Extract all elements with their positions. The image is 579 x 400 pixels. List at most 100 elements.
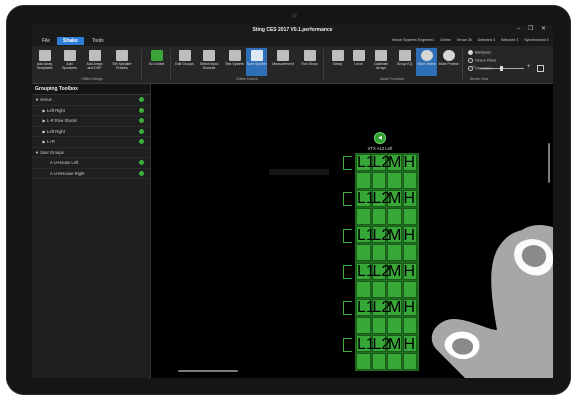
cabinet-band-cell[interactable] [387, 244, 402, 262]
cabinet-band-cell[interactable] [356, 317, 371, 335]
ghost-element [269, 169, 329, 175]
cabinet-band-cell[interactable] [356, 171, 371, 189]
speaker-cabinet[interactable] [356, 353, 418, 371]
select-input-sources-button[interactable]: Select Input Sources [197, 48, 221, 76]
cabinet-band-cell[interactable] [356, 280, 371, 298]
cabinet-band-cell[interactable] [387, 353, 402, 371]
tree-label: L+R [47, 139, 55, 144]
zoom-in-icon[interactable]: + [527, 64, 531, 70]
cabinet-band-cell[interactable] [356, 208, 371, 226]
touch-hand-overlay [431, 225, 553, 378]
zoom-out-icon[interactable]: − [472, 64, 476, 70]
ribbon-divider [462, 49, 463, 80]
speaker-cabinet[interactable] [356, 244, 418, 262]
status-bar: Venue Systems Engineer1 Online Venue 36 … [387, 38, 549, 42]
band-label: H [403, 190, 416, 208]
measurement-icon [277, 50, 289, 61]
cabinet-band-cell[interactable] [402, 353, 417, 371]
horizontal-scrollbar[interactable] [178, 370, 238, 372]
delay-button[interactable]: Delay [327, 48, 348, 76]
cabinet-band-cell[interactable] [356, 244, 371, 262]
cabinet-band-cell[interactable] [371, 208, 386, 226]
set-speaker-presets-button[interactable]: Set Speaker Presets [109, 48, 135, 76]
run-show-button[interactable]: Run Show [299, 48, 320, 76]
calibrate-icon [375, 50, 387, 61]
menu-bar: File Shake Tools Venue Systems Engineer1… [32, 36, 553, 46]
button-label: Select Input Sources [199, 62, 219, 70]
go-online-button[interactable]: Go Online [146, 48, 167, 76]
cabinet-band-cell[interactable] [371, 317, 386, 335]
cabinet-band-cell[interactable] [402, 317, 417, 335]
tree-row[interactable]: A U-House Left [32, 158, 150, 169]
menu-tools[interactable]: Tools [86, 37, 110, 45]
groups-icon [178, 50, 191, 61]
tree-label: L-R Row Stacks [47, 118, 78, 123]
window-controls[interactable]: – ❐ ✕ [517, 25, 549, 32]
group-label-device: Device View [469, 77, 489, 81]
measurement-button[interactable]: Measurement [269, 48, 297, 76]
speaker-cabinet[interactable] [356, 280, 418, 298]
cabinet-band-cell[interactable] [402, 244, 417, 262]
view-option-bandpass[interactable]: Bandpass [468, 50, 491, 55]
speaker-array[interactable]: L1 L2 M H L1 L2 M H L1 L2 M H L1 L2 M H L1 L2 M H L1 L2 M H [355, 153, 419, 371]
edit-groups-button[interactable]: Edit Groups [174, 48, 195, 76]
tree-row-venue[interactable]: ▼Venue [32, 95, 150, 106]
menu-file[interactable]: File [36, 37, 56, 45]
tree-row[interactable]: ▶Left Right [32, 127, 150, 137]
cabinet-band-cell[interactable] [371, 353, 386, 371]
band-label: M [388, 335, 402, 353]
button-label: Mute Matrix [417, 62, 436, 66]
calibrate-arrays-button[interactable]: Calibrate Arrays [369, 48, 393, 76]
cabinet-band-cell[interactable] [402, 208, 417, 226]
vertical-scrollbar[interactable] [548, 143, 550, 183]
mute-protect-button[interactable]: Mute Protect [438, 48, 459, 76]
speaker-group-icon[interactable]: ◀ [374, 132, 386, 144]
cabinet-band-cell[interactable] [387, 171, 402, 189]
group-label-mode: Mode Functions [379, 77, 405, 81]
zoom-slider[interactable]: − + [472, 64, 544, 72]
tree-row-user-groups[interactable]: ▼User Groups [32, 148, 150, 158]
tree-row[interactable]: ▶Left Right [32, 106, 150, 116]
tree-row[interactable]: A U-inHouse Right [32, 169, 150, 179]
band-label: H [403, 226, 416, 244]
speaker-cabinet[interactable] [356, 171, 418, 189]
zoom-fit-icon[interactable] [537, 65, 544, 72]
mute-protect-icon [442, 50, 455, 61]
level-button[interactable]: Level [348, 48, 369, 76]
cabinet-band-cell[interactable] [387, 280, 402, 298]
band-label: M [388, 154, 402, 171]
cabinet-band-cell[interactable] [371, 244, 386, 262]
add-amps-button[interactable]: Add Amps and DSP [84, 48, 105, 76]
add-array-templates-button[interactable]: Add Array Templates [34, 48, 55, 76]
radio-selected-icon [468, 50, 473, 55]
title-bar: Sting CES 2017 V0.1.performance – ❐ ✕ [32, 25, 553, 36]
mute-matrix-button[interactable]: Mute Matrix [416, 48, 437, 76]
button-label: Add Amps and DSP [86, 62, 103, 70]
cabinet-band-cell[interactable] [402, 280, 417, 298]
cabinet-band-cell[interactable] [371, 280, 386, 298]
group-label-offline: Offline Design [81, 77, 103, 81]
button-label: Level [354, 62, 363, 66]
group-eq-button[interactable]: Group EQ [394, 48, 415, 76]
cabinet-band-cell[interactable] [387, 208, 402, 226]
ribbon-divider [141, 49, 142, 80]
add-speakers-button[interactable]: Add Speakers [59, 48, 80, 76]
test-system-button[interactable]: Test System [224, 48, 245, 76]
button-label: Tune System [246, 62, 267, 66]
tree-row[interactable]: ▶L-R Row Stacks [32, 116, 150, 127]
cabinet-band-cell[interactable] [402, 171, 417, 189]
zoom-knob[interactable] [500, 66, 503, 71]
tune-system-button[interactable]: Tune System [246, 48, 267, 76]
speaker-cabinet[interactable] [356, 208, 418, 226]
tree-label: Left Right [47, 128, 65, 134]
view-option-device-panel[interactable]: Device Panel [468, 58, 496, 63]
radio-label: Device Panel [475, 58, 497, 63]
array-bracket [343, 156, 352, 170]
speaker-cabinet[interactable] [356, 317, 418, 335]
cabinet-band-cell[interactable] [371, 171, 386, 189]
tree-row[interactable]: ▶L+R [32, 137, 150, 148]
cabinet-band-cell[interactable] [356, 353, 371, 371]
eq-icon [398, 50, 411, 61]
cabinet-band-cell[interactable] [387, 317, 402, 335]
menu-shake[interactable]: Shake [57, 37, 84, 45]
